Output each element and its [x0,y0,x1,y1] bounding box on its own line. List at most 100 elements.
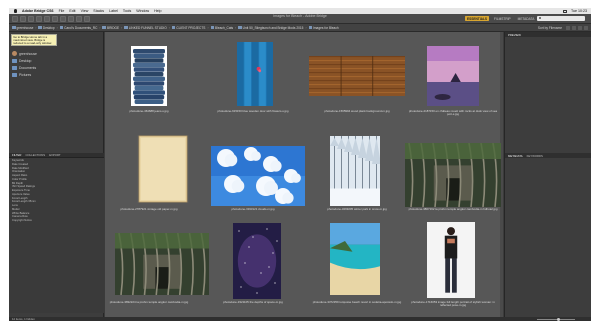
thumbnail-caption[interactable]: photodune-2187150 en château rouett with… [408,109,498,117]
thumbnail-caption[interactable]: photodune-3193121 clouds-m.jpg [208,207,298,211]
thumbnail-jeans-image[interactable] [131,46,167,106]
thumbnail-caption[interactable]: photodune-1565994 wood plank background-… [312,109,402,113]
sort-dropdown[interactable]: Sort by Filename [538,26,562,30]
trash-icon[interactable] [584,25,588,30]
menu-app-name[interactable]: Adobe Bridge CS6 [22,9,54,13]
breadcrumb-item[interactable]: greenhouse › [12,26,36,30]
thumbnail-wood-image[interactable] [309,56,405,96]
thumbnail-temple-image[interactable] [405,143,501,207]
forward-icon[interactable] [20,15,26,22]
filter-list: Keywords Date Created Date Modified Orienta… [9,158,104,224]
metadata-panel: METADATA KEYWORDS [505,153,591,158]
tab-preview[interactable]: PREVIEW [508,33,521,37]
tab-filter[interactable]: FILTER [12,153,21,157]
thumbnail-sea-rocks-image[interactable] [427,46,479,106]
folder-icon [308,26,312,29]
thumbnail-size-slider[interactable] [537,317,575,321]
thumbnail-caption[interactable]: photodune-3321105 the depths of space-m.… [208,300,298,304]
search-icon [538,16,541,20]
tab-export[interactable]: EXPORT [49,153,60,157]
return-icon[interactable] [36,15,42,22]
breadcrumb: greenhouse › Desktop › Carol's Documents_R… [9,24,591,32]
tooltip: Go to Bridge Home tab in a maximized vie… [11,34,57,46]
status-text: 12 items, 1 hidden [12,317,35,321]
folder-icon [38,26,42,29]
breadcrumb-item[interactable]: LINKED FUNNEL STUDIO › [124,26,170,30]
content-panel: photodune-464688 jeans-s.jpg photodune-91… [105,32,503,317]
output-icon[interactable] [68,15,74,22]
folder-icon [171,26,176,29]
filter-item[interactable]: Copyright Notice [12,219,101,223]
new-folder-icon[interactable] [578,25,582,30]
thumbnail-woman-image[interactable] [427,222,475,298]
thumbnail-caption[interactable]: photodune-3372359 turquoise beach resort… [312,300,402,304]
menu-label[interactable]: Label [109,9,118,13]
thumbnail-space-image[interactable] [233,223,281,299]
menu-help[interactable]: Help [154,9,161,13]
menu-edit[interactable]: Edit [69,9,75,13]
bridge-window: Adobe Bridge CS6 File Edit View Stacks L… [9,8,591,321]
clock[interactable]: Tue 10:23 [571,9,587,13]
thumbnail-paper-image[interactable] [137,135,189,203]
favorite-item[interactable]: Pictures [12,71,37,78]
preview-panel: PREVIEW METADATA KEYWORDS [504,32,591,317]
thumbnail-snow-trees-image[interactable] [330,136,380,206]
menu-file[interactable]: File [59,9,65,13]
view-controls: Sort by Filename [538,25,588,30]
panel-tabs: METADATA KEYWORDS [505,153,591,158]
folder-icon [210,26,214,29]
tab-metadata[interactable]: METADATA [508,154,523,158]
folder-icon [12,58,17,63]
menu-window[interactable]: Window [136,9,149,13]
open-in-camera-raw-icon[interactable] [60,15,66,22]
back-icon[interactable] [12,15,18,22]
thumbnail-temple-ruins-image[interactable] [115,233,209,295]
camera-icon[interactable] [44,15,50,22]
breadcrumb-item[interactable]: BRIDGE › [102,26,122,30]
status-bar: 12 items, 1 hidden [9,317,591,321]
breadcrumb-item[interactable]: Bleach_Cats › [210,26,236,30]
tab-collections[interactable]: COLLECTIONS [25,153,45,157]
tab-keywords[interactable]: KEYWORDS [527,154,543,158]
star-filter-icon[interactable] [566,25,570,30]
thumbnail-caption[interactable]: photodune-3299205 winter park in snow-m.… [312,207,402,211]
thumbnail-beach-image[interactable] [330,223,380,295]
thumbnail-clouds-image[interactable] [211,146,305,206]
favorite-item[interactable]: Desktop [12,57,37,64]
breadcrumb-item[interactable]: Carol's Documents_RC › [59,26,100,30]
user-avatar-icon [12,51,17,56]
menu-tools[interactable]: Tools [123,9,131,13]
breadcrumb-item-current[interactable]: Images for Bleach [308,26,339,30]
breadcrumb-item[interactable]: CLIENT PROJECTS › [171,26,209,30]
thumbnail-caption[interactable]: photodune-915150 blue wooden door with f… [208,109,298,113]
thumbnail-caption[interactable]: photodune-3867162 ta prohm temple angkor… [408,207,498,211]
filter-panel: FILTER COLLECTIONS EXPORT Keywords Date C… [9,153,104,313]
rotate-right-icon[interactable] [84,15,90,22]
favorite-item[interactable]: Documents [12,64,37,71]
workspace-essentials[interactable]: ESSENTIALS [465,16,490,21]
apple-icon[interactable] [13,9,18,13]
workspace-filmstrip[interactable]: FILMSTRIP [492,16,513,21]
refine-icon[interactable] [52,15,58,22]
folder-icon [12,26,16,29]
thumbnail-caption[interactable]: photodune-1716053 image full length port… [408,300,498,308]
panel-tabs: PREVIEW [505,32,591,37]
sort-order-icon[interactable] [572,25,576,30]
favorite-item[interactable]: greenhouse [12,50,37,57]
menu-view[interactable]: View [81,9,89,13]
breadcrumb-item[interactable]: Desktop › [38,26,58,30]
favorites-list: greenhouse Desktop Documents Pictures [12,50,37,78]
rotate-left-icon[interactable] [76,15,82,22]
thumbnail-blue-door-image[interactable] [237,42,273,106]
breadcrumb-item[interactable]: Unit 50_Stiegbunch and Bridge Mods 2015 › [238,26,307,30]
thumbnail-caption[interactable]: photodune-3832224 ta prohm temple angkor… [104,300,194,304]
search-input[interactable] [537,15,585,21]
menu-stacks[interactable]: Stacks [93,9,104,13]
thumbnail-caption[interactable]: photodune-2787921 vintage old paper-m.jp… [104,207,194,211]
recent-folder-icon[interactable] [28,15,34,22]
folder-icon [124,26,128,29]
thumbnail-caption[interactable]: photodune-464688 jeans-s.jpg [104,109,194,113]
battery-icon[interactable] [562,9,567,13]
workspace-metadata[interactable]: METADATA [516,16,537,21]
folder-icon [59,26,64,29]
